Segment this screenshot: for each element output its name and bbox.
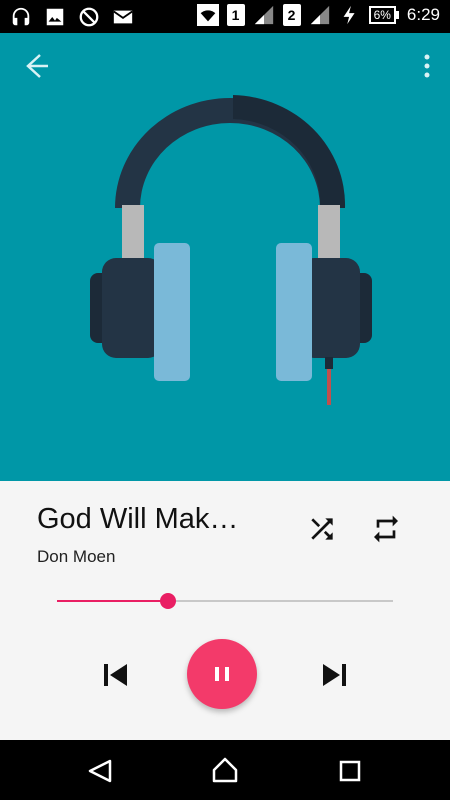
headphones-artwork (90, 95, 372, 405)
headphones-icon (12, 7, 30, 26)
more-vert-icon[interactable] (422, 53, 432, 79)
nav-home-icon[interactable] (211, 756, 239, 784)
album-art-area (0, 33, 450, 481)
pause-icon (215, 667, 229, 681)
player-panel: God Will Mak… Don Moen (0, 481, 450, 740)
seek-bar[interactable] (57, 593, 393, 609)
signal-icon (254, 5, 273, 25)
arrow-back-icon[interactable] (18, 51, 54, 81)
sim-1-badge: 1 (226, 4, 245, 26)
status-bar: 1 2 6% 6:29 (0, 0, 450, 33)
mail-icon (113, 10, 133, 24)
nav-back-icon[interactable] (86, 758, 114, 784)
sim-2-badge: 2 (282, 4, 301, 26)
clock: 6:29 (406, 5, 440, 24)
sync-disabled-icon (79, 7, 99, 27)
seek-thumb[interactable] (159, 593, 176, 609)
seek-progress (57, 600, 168, 602)
charging-icon (343, 5, 355, 25)
battery-label: 6% (368, 6, 396, 24)
wifi-icon (196, 4, 219, 26)
play-pause-button[interactable] (187, 639, 257, 709)
image-icon (46, 8, 64, 26)
repeat-icon[interactable] (370, 513, 402, 545)
skip-previous-icon[interactable] (100, 661, 132, 689)
nav-recents-icon[interactable] (339, 760, 361, 782)
battery-indicator: 6% (368, 6, 399, 24)
navigation-bar (0, 740, 450, 800)
skip-next-icon[interactable] (318, 661, 350, 689)
track-artist: Don Moen (37, 547, 116, 566)
shuffle-icon[interactable] (306, 513, 338, 545)
signal-icon (310, 5, 329, 25)
track-title: God Will Mak… (37, 503, 239, 535)
battery-cap (395, 11, 399, 19)
